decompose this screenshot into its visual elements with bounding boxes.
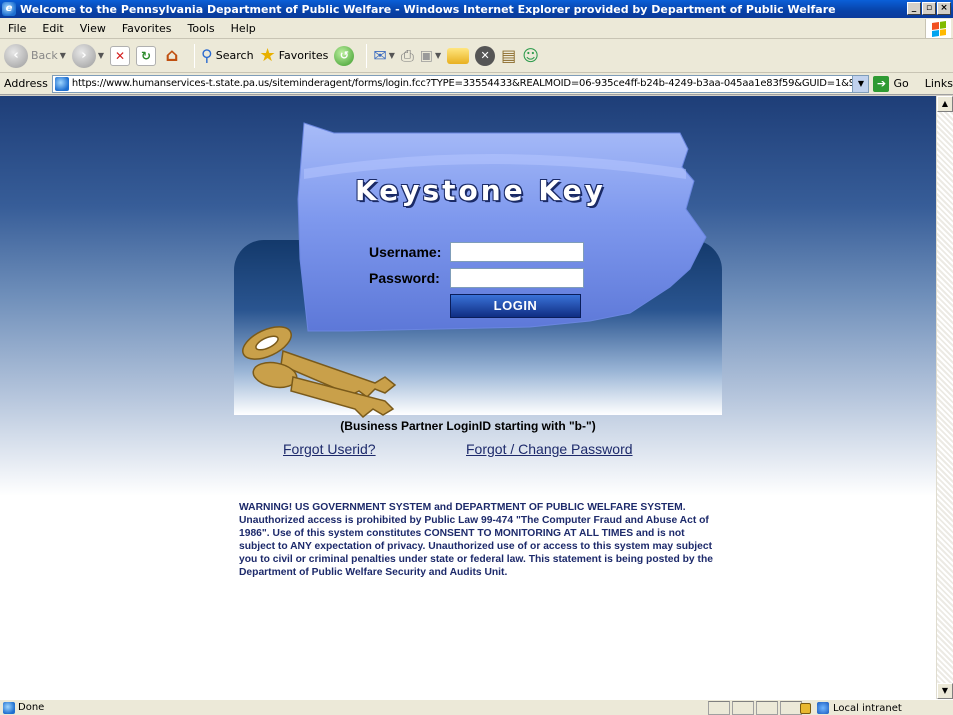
search-button[interactable]: ⚲ Search [201,46,254,65]
chevron-down-icon: ▼ [388,51,395,60]
status-pane [732,701,754,715]
folder-icon [447,47,470,64]
forward-button[interactable]: › ▼ [71,43,105,68]
go-arrow-icon: ➔ [873,75,890,92]
username-label: Username: [369,244,442,260]
minimize-button[interactable]: _ [907,2,921,15]
status-text: Done [18,702,45,713]
address-label: Address [4,77,48,90]
status-pane [756,701,778,715]
mail-button[interactable]: ✉ ▼ [373,46,395,65]
address-dropdown-icon[interactable]: ▼ [852,75,869,92]
menu-bar: File Edit View Favorites Tools Help [0,18,953,39]
status-bar: Done Local intranet [0,699,953,715]
favorites-button[interactable]: ★ Favorites [260,45,329,66]
forgot-userid-link[interactable]: Forgot Userid? [283,441,376,457]
stop-button[interactable]: ✕ [110,45,131,66]
window-title-bar: e Welcome to the Pennsylvania Department… [0,0,953,18]
address-bar: Address ▼ ➔ Go Links [0,73,953,95]
vertical-scrollbar[interactable]: ▲ ▼ [936,96,953,699]
page-icon [54,76,69,91]
page-status-icon [3,701,15,714]
status-panes [708,701,804,715]
restore-button[interactable]: ▫ [922,2,936,15]
history-icon: ↺ [334,45,355,66]
menu-view[interactable]: View [72,22,114,35]
business-partner-note: (Business Partner LoginID starting with … [340,419,596,433]
edit-icon: ▣ [419,47,433,64]
forward-arrow-icon: › [71,43,96,68]
home-button[interactable]: ⌂ [162,45,182,66]
home-icon: ⌂ [165,45,179,66]
password-input[interactable] [450,268,584,288]
block-button[interactable]: ✕ [475,45,496,66]
windows-logo-icon [925,19,951,38]
block-icon: ✕ [475,45,496,66]
print-icon: ⎙ [400,45,414,65]
toolbar: ‹ Back ▼ › ▼ ✕ ↻ ⌂ ⚲ Search ★ Favorites … [0,39,953,73]
edit-button[interactable]: ▣ ▼ [420,48,441,64]
logo-text: Keystone Key [355,174,606,207]
back-arrow-icon: ‹ [4,43,28,68]
keys-icon [242,326,397,419]
menu-help[interactable]: Help [223,22,264,35]
intranet-icon [817,702,829,714]
menu-tools[interactable]: Tools [180,22,223,35]
back-label: Back [31,49,58,62]
security-zone: Local intranet [800,701,902,715]
password-label: Password: [369,270,440,286]
scroll-down-icon[interactable]: ▼ [937,683,953,699]
window-title: Welcome to the Pennsylvania Department o… [20,2,836,16]
username-input[interactable] [450,242,584,262]
menu-edit[interactable]: Edit [34,22,71,35]
window-controls: _ ▫ × [907,2,951,15]
messenger-button[interactable]: ☺ [522,46,539,65]
links-toolbar[interactable]: Links [925,77,953,90]
research-button[interactable]: ▤ [501,46,516,65]
stop-icon: ✕ [110,45,131,66]
history-button[interactable]: ↺ [334,45,355,66]
refresh-button[interactable]: ↻ [136,45,157,66]
search-label: Search [215,49,254,62]
discuss-button[interactable] [447,47,470,64]
lock-icon [800,702,811,714]
messenger-icon: ☺ [522,46,539,65]
star-icon: ★ [259,45,276,66]
status-pane [708,701,730,715]
security-warning: WARNING! US GOVERNMENT SYSTEM and DEPART… [239,502,713,578]
chevron-down-icon: ▼ [97,51,105,60]
toolbar-separator [194,43,196,68]
chevron-down-icon: ▼ [59,51,66,60]
toolbar-separator [366,43,368,68]
address-field[interactable]: ▼ [51,74,870,93]
back-button[interactable]: ‹ Back ▼ [4,43,66,68]
keystone-key-logo: Keystone Key [355,174,606,207]
go-label: Go [893,77,909,90]
chevron-down-icon: ▼ [435,51,442,60]
mail-icon: ✉ [373,46,387,65]
menu-file[interactable]: File [0,22,34,35]
url-input[interactable] [71,75,853,92]
favorites-label: Favorites [278,49,329,62]
forgot-password-link[interactable]: Forgot / Change Password [466,441,633,457]
research-icon: ▤ [501,46,517,65]
zone-label: Local intranet [833,702,902,714]
status-pane [780,701,802,715]
scroll-up-icon[interactable]: ▲ [937,96,953,112]
print-button[interactable]: ⎙ [401,46,414,66]
go-button[interactable]: ➔ Go [873,75,909,92]
search-icon: ⚲ [201,46,213,65]
menu-favorites[interactable]: Favorites [114,22,180,35]
login-button[interactable]: LOGIN [450,294,581,318]
refresh-icon: ↻ [136,45,157,66]
internet-explorer-icon: e [2,2,16,16]
close-button[interactable]: × [937,2,951,15]
